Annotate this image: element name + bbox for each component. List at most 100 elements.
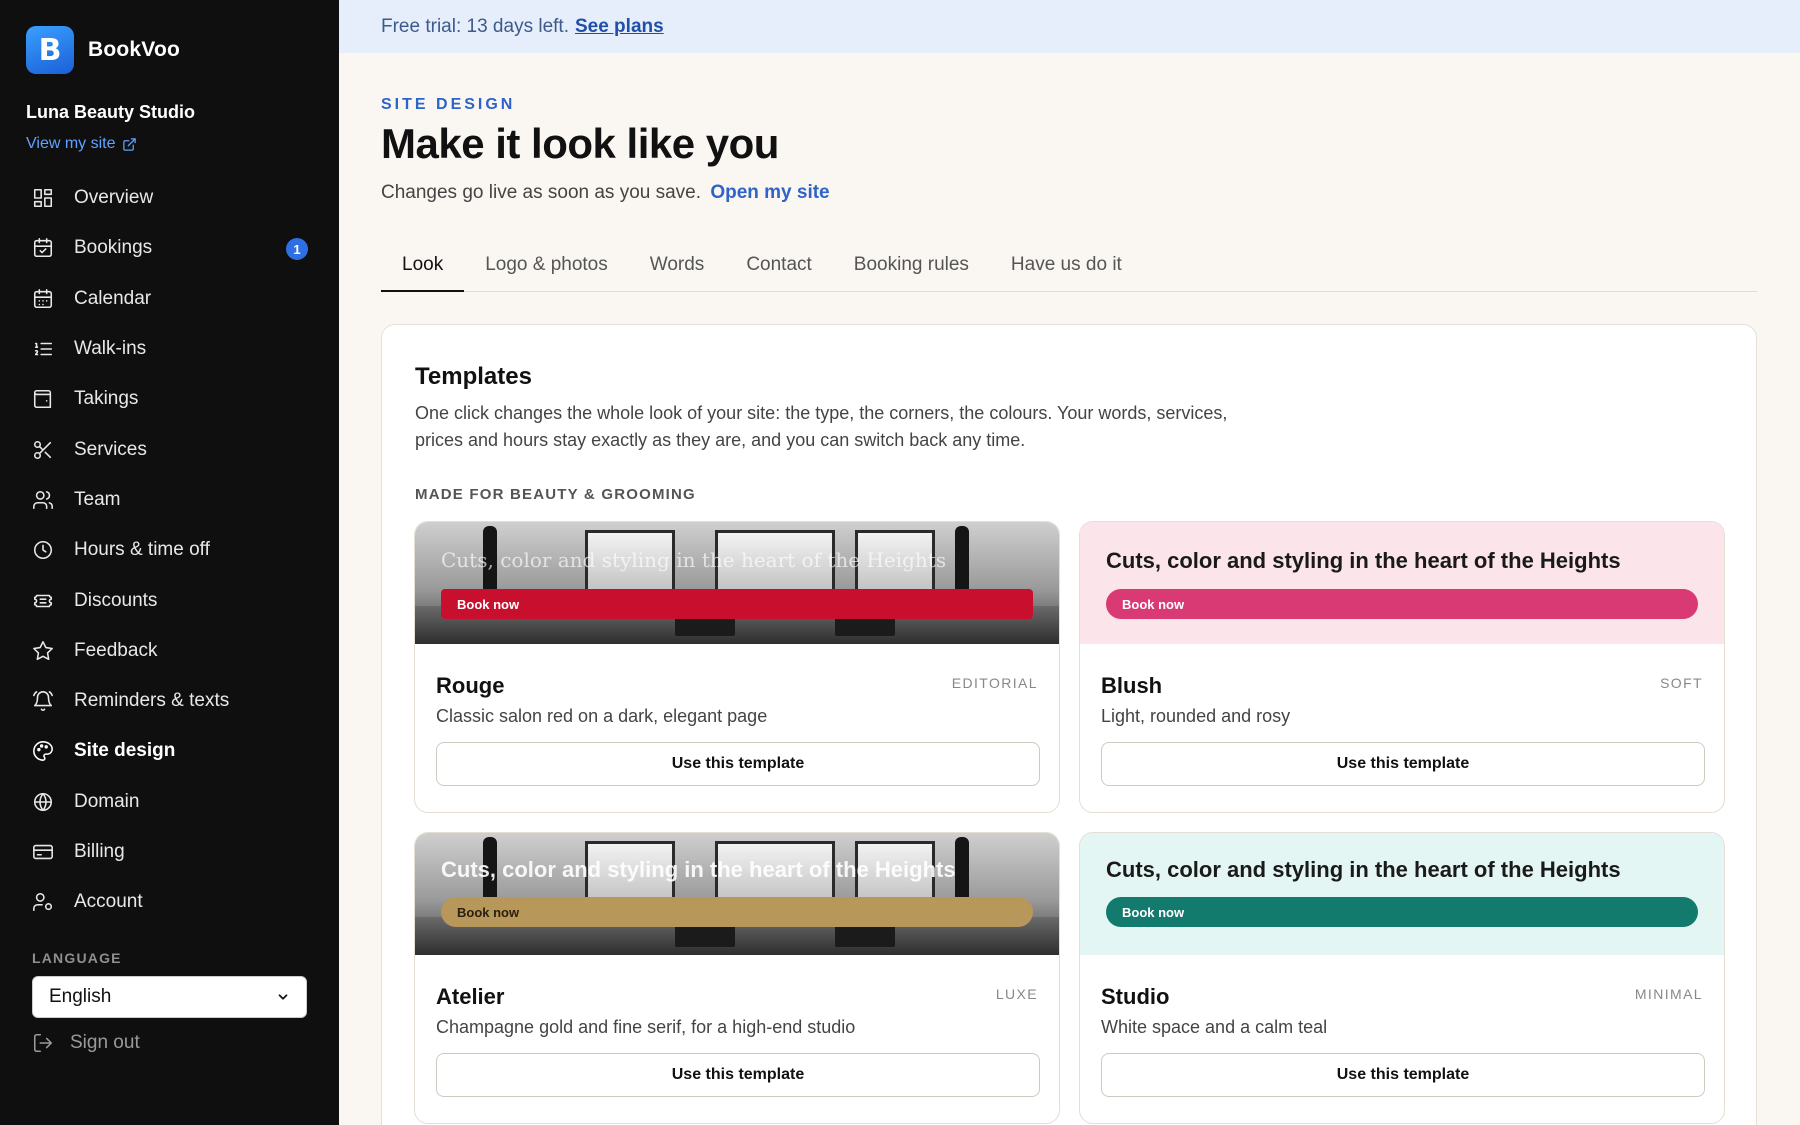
template-name: Blush [1101,673,1163,698]
bookings-count-badge: 1 [286,238,308,261]
preview-headline: Cuts, color and styling in the heart of … [1106,548,1621,573]
ticket-icon [32,590,54,612]
template-card-rouge[interactable]: Cuts, color and styling in the heart of … [414,521,1060,813]
template-preview: Cuts, color and styling in the heart of … [415,833,1059,955]
sidebar-nav: Overview Bookings 1 Calendar Walk-ins Ta… [20,173,320,927]
calendar-check-icon [32,237,54,259]
sidebar-item-label: Discounts [74,589,158,611]
trial-banner: Free trial: 13 days left. See plans [339,0,1800,53]
template-card-studio[interactable]: Cuts, color and styling in the heart of … [1079,832,1725,1124]
user-cog-icon [32,891,54,913]
template-name: Studio [1101,984,1170,1009]
use-template-button[interactable]: Use this template [1101,1053,1705,1097]
page-subtitle: Changes go live as soon as you save. Ope… [381,182,830,204]
tab-have-us-do-it[interactable]: Have us do it [990,248,1143,292]
sidebar-item-site-design[interactable]: Site design [20,726,320,776]
sidebar-item-label: Site design [74,740,176,762]
template-preview: Cuts, color and styling in the heart of … [1080,833,1724,955]
template-description: Light, rounded and rosy [1101,706,1291,726]
language-value: English [49,986,112,1007]
sidebar-item-billing[interactable]: Billing [20,827,320,877]
sign-out-label: Sign out [70,1032,140,1053]
sidebar-item-label: Calendar [74,287,152,309]
sidebar-item-label: Team [74,488,121,510]
grid-icon [32,187,54,209]
template-tag: SOFT [1660,675,1703,691]
templates-panel: Templates One click changes the whole lo… [381,324,1757,1125]
preview-headline: Cuts, color and styling in the heart of … [441,548,947,572]
templates-description: One click changes the whole look of your… [415,403,1228,450]
template-name: Rouge [436,673,505,698]
tab-logo-photos[interactable]: Logo & photos [464,248,629,292]
template-card-atelier[interactable]: Cuts, color and styling in the heart of … [414,832,1060,1124]
tab-contact[interactable]: Contact [725,248,832,292]
view-site-link[interactable]: View my site [26,135,137,153]
preview-book-now-button: Book now [441,897,1033,927]
sidebar-item-bookings[interactable]: Bookings 1 [20,223,320,273]
page-title: Make it look like you [381,120,779,167]
sidebar-item-calendar[interactable]: Calendar [20,274,320,324]
language-select[interactable]: English [32,976,307,1018]
preview-book-now-button: Book now [1106,589,1698,619]
tab-look[interactable]: Look [381,248,465,292]
sidebar: B BookVoo Luna Beauty Studio View my sit… [0,0,339,1125]
sidebar-item-label: Account [74,891,143,913]
subtitle-text: Changes go live as soon as you save. [381,182,702,203]
section-eyebrow: SITE DESIGN [381,96,516,113]
brand[interactable]: B BookVoo [26,26,180,74]
studio-name: Luna Beauty Studio [26,102,196,122]
sidebar-item-label: Bookings [74,237,153,259]
sidebar-item-reminders[interactable]: Reminders & texts [20,676,320,726]
sidebar-item-domain[interactable]: Domain [20,777,320,827]
use-template-button[interactable]: Use this template [436,1053,1040,1097]
log-out-icon [33,1033,53,1053]
trial-text: Free trial: 13 days left. [381,15,569,37]
star-icon [32,640,54,662]
use-template-button[interactable]: Use this template [436,742,1040,786]
view-site-label: View my site [26,135,116,152]
open-my-site-link[interactable]: Open my site [710,182,829,203]
sign-out-button[interactable]: Sign out [32,1032,140,1054]
sidebar-item-services[interactable]: Services [20,424,320,474]
template-card-blush[interactable]: Cuts, color and styling in the heart of … [1079,521,1725,813]
sidebar-item-discounts[interactable]: Discounts [20,575,320,625]
template-group-label: MADE FOR BEAUTY & GROOMING [415,486,696,503]
sidebar-item-team[interactable]: Team [20,475,320,525]
template-tag: MINIMAL [1634,986,1703,1002]
tab-words[interactable]: Words [629,248,726,292]
sidebar-item-takings[interactable]: Takings [20,374,320,424]
sidebar-item-feedback[interactable]: Feedback [20,626,320,676]
language-label: LANGUAGE [32,950,122,966]
sidebar-item-label: Domain [74,790,140,812]
template-tag: LUXE [995,986,1038,1002]
calendar-icon [32,288,54,310]
palette-icon [32,740,54,762]
sidebar-item-label: Feedback [74,639,158,661]
sidebar-item-hours[interactable]: Hours & time off [20,525,320,575]
credit-card-icon [32,841,54,863]
sidebar-item-label: Takings [74,388,139,410]
brand-logo-icon: B [26,26,74,74]
sidebar-item-walk-ins[interactable]: Walk-ins [20,324,320,374]
template-preview: Cuts, color and styling in the heart of … [415,522,1059,644]
sidebar-item-label: Billing [74,841,125,862]
tab-booking-rules[interactable]: Booking rules [833,248,990,292]
templates-title: Templates [415,363,532,390]
wallet-icon [32,388,54,410]
use-template-button[interactable]: Use this template [1101,742,1705,786]
sidebar-item-label: Overview [74,187,154,209]
template-tag: EDITORIAL [951,675,1038,691]
preview-book-now-button: Book now [1106,897,1698,927]
bell-icon [32,690,54,712]
design-tabs: Look Logo & photos Words Contact Booking… [381,248,1757,292]
sidebar-item-label: Hours & time off [74,539,210,561]
external-link-icon [122,137,136,151]
template-preview: Cuts, color and styling in the heart of … [1080,522,1724,644]
template-description: Champagne gold and fine serif, for a hig… [436,1017,856,1037]
sidebar-item-account[interactable]: Account [20,877,320,927]
template-description: Classic salon red on a dark, elegant pag… [436,706,768,726]
see-plans-link[interactable]: See plans [575,16,664,38]
preview-headline: Cuts, color and styling in the heart of … [441,857,956,882]
sidebar-item-overview[interactable]: Overview [20,173,320,223]
users-icon [32,489,54,511]
